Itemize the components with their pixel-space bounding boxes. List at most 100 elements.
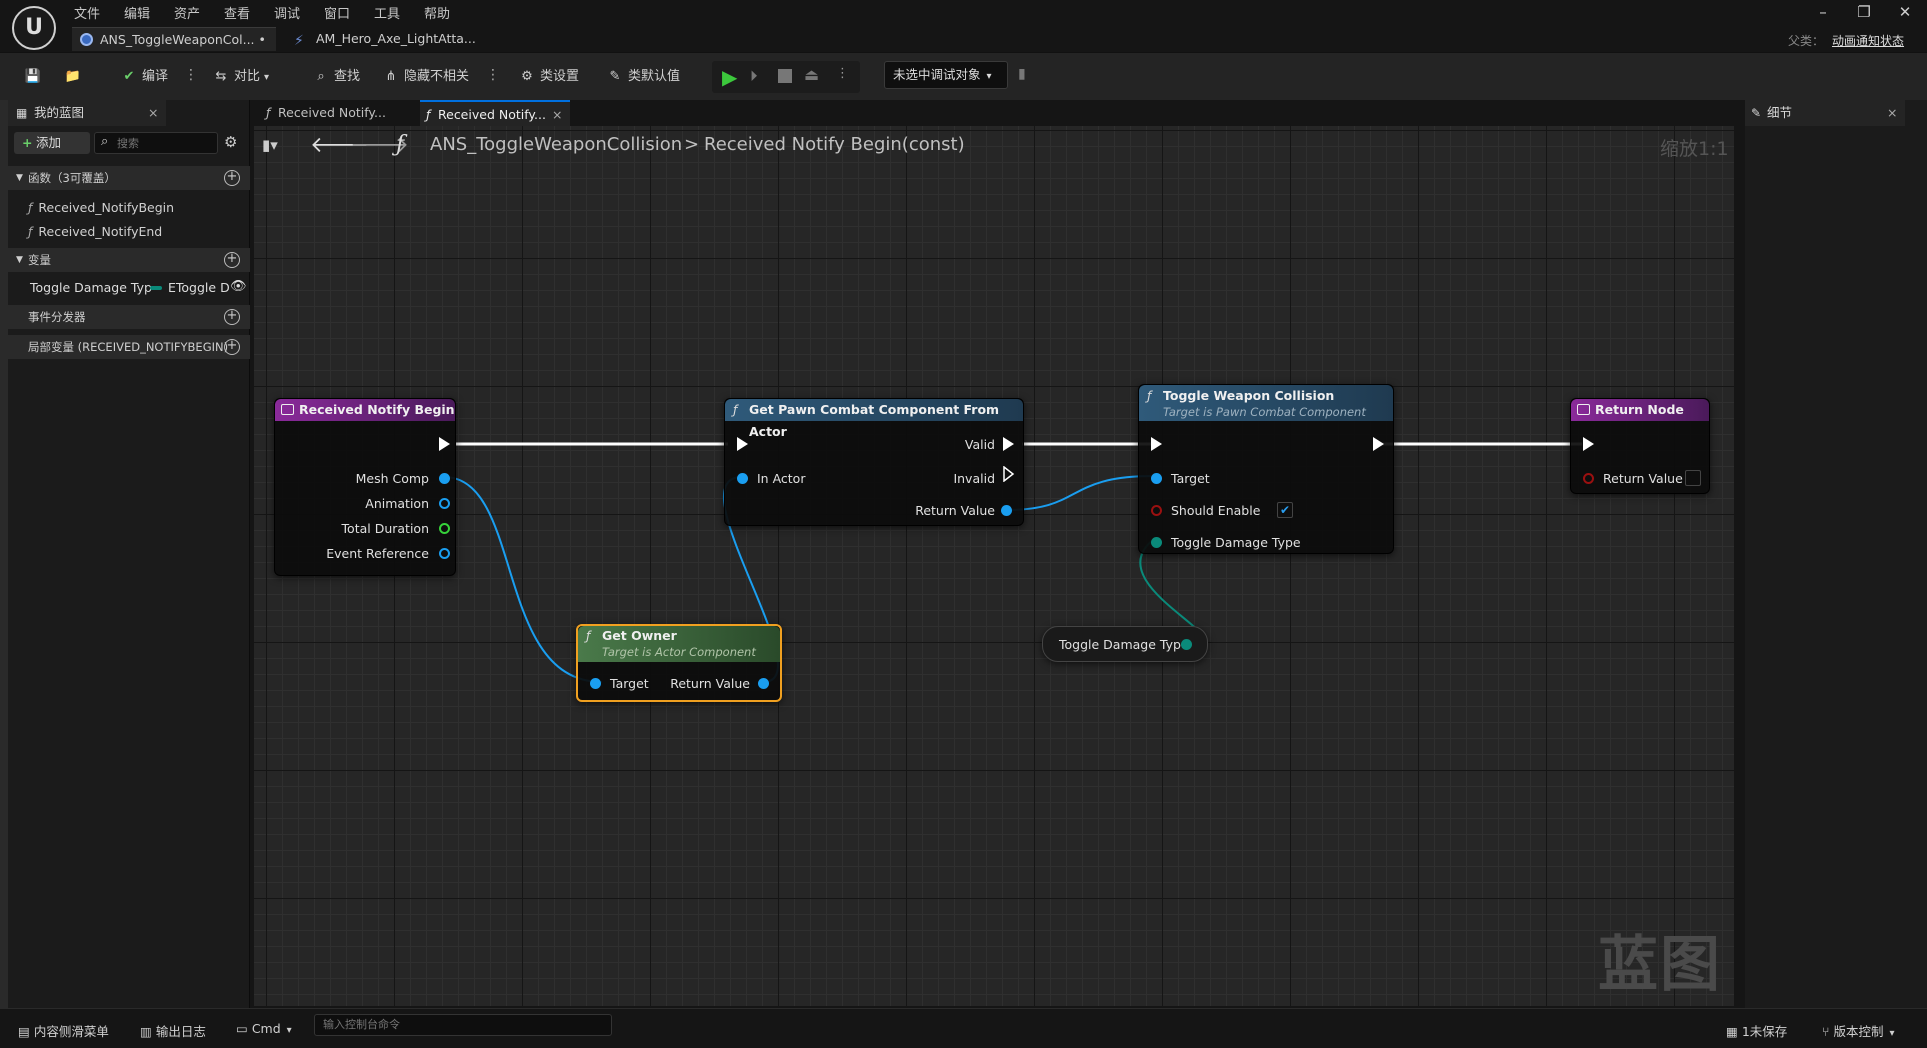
return-value-checkbox[interactable]: [1685, 470, 1701, 486]
add-button[interactable]: + 添加: [14, 132, 90, 154]
minimize-icon[interactable]: –: [1808, 2, 1838, 22]
unreal-logo-icon[interactable]: U: [12, 6, 56, 50]
compile-button[interactable]: ✔ 编译: [120, 67, 168, 87]
toggle-damage-type-getter[interactable]: Toggle Damage Type: [1042, 626, 1208, 662]
exec-valid-pin[interactable]: [1003, 437, 1014, 451]
doc-tab-anim-montage[interactable]: ⚡ AM_Hero_Axe_LightAtta...: [288, 27, 488, 51]
add-dispatcher-icon[interactable]: +: [224, 309, 240, 325]
object-pin[interactable]: [1001, 505, 1012, 516]
node-header[interactable]: Received Notify Begin: [275, 399, 455, 421]
object-pin[interactable]: [737, 473, 748, 484]
compile-options-icon[interactable]: ⋮: [184, 67, 198, 83]
float-pin[interactable]: [439, 523, 450, 534]
node-header[interactable]: ƒ Get Owner Target is Actor Component: [578, 626, 780, 662]
breadcrumb-root[interactable]: ANS_ToggleWeaponCollision: [430, 134, 682, 155]
object-pin[interactable]: [1151, 473, 1162, 484]
eject-icon[interactable]: ⏏: [804, 65, 819, 84]
exec-out-pin[interactable]: [1373, 437, 1384, 451]
dispatchers-section-header[interactable]: 事件分发器 +: [8, 305, 250, 329]
enum-pin[interactable]: [1151, 537, 1162, 548]
search-input[interactable]: [117, 135, 213, 151]
restore-icon[interactable]: ❐: [1849, 2, 1879, 22]
close-icon[interactable]: ×: [148, 100, 158, 126]
local-variables-section-header[interactable]: 局部变量 (RECEIVED_NOTIFYBEGIN) +: [8, 335, 250, 359]
object-pin[interactable]: [758, 678, 769, 689]
object-pin[interactable]: [439, 498, 450, 509]
variables-section-header[interactable]: ▼ 变量 +: [8, 248, 250, 272]
menu-help[interactable]: 帮助: [424, 3, 450, 22]
should-enable-checkbox[interactable]: ✔: [1277, 502, 1293, 518]
play-options-icon[interactable]: ⋮: [836, 66, 849, 81]
play-icon[interactable]: ▶: [722, 65, 737, 89]
debug-object-select[interactable]: 未选中调试对象 ▾: [884, 61, 1008, 89]
browse-icon[interactable]: 📁: [64, 67, 86, 87]
graph-tab-notify-end[interactable]: ƒ Received Notify...: [260, 100, 410, 126]
menu-asset[interactable]: 资产: [174, 3, 200, 22]
hide-unrelated-button[interactable]: ⋔ 隐藏不相关: [382, 67, 469, 87]
class-settings-button[interactable]: ⚙ 类设置: [518, 67, 579, 87]
menu-view[interactable]: 查看: [224, 3, 250, 22]
menu-tools[interactable]: 工具: [374, 3, 400, 22]
function-item[interactable]: ƒ Received_NotifyEnd: [28, 224, 162, 239]
node-header[interactable]: ƒ Get Pawn Combat Component From Actor: [725, 399, 1023, 439]
my-blueprint-tab[interactable]: ▦ 我的蓝图 ×: [8, 100, 166, 126]
exec-out-pin[interactable]: [439, 437, 450, 451]
exec-in-pin[interactable]: [1583, 437, 1594, 451]
save-icon[interactable]: 💾: [24, 67, 46, 87]
menu-window[interactable]: 窗口: [324, 3, 350, 22]
output-log-button[interactable]: ▥ 输出日志: [140, 1021, 206, 1040]
variable-row[interactable]: Toggle Damage Typ EToggle D 👁: [8, 276, 250, 300]
close-icon[interactable]: ×: [552, 102, 562, 128]
add-variable-icon[interactable]: +: [224, 252, 240, 268]
close-icon[interactable]: ×: [1887, 100, 1897, 126]
step-icon[interactable]: ⏵: [750, 67, 758, 85]
details-tab[interactable]: ✎ 细节 ×: [1745, 100, 1905, 126]
bookmark-icon[interactable]: ▮▾: [262, 136, 278, 154]
toggle-weapon-collision-node[interactable]: ƒ Toggle Weapon Collision Target is Pawn…: [1138, 384, 1394, 554]
get-pawn-combat-node[interactable]: ƒ Get Pawn Combat Component From Actor V…: [724, 398, 1024, 526]
blueprint-graph-canvas[interactable]: Received Notify Begin Mesh Comp Animatio…: [254, 126, 1734, 1006]
save-status-icon: ▦: [1726, 1024, 1738, 1039]
close-window-icon[interactable]: ✕: [1890, 2, 1920, 22]
exec-in-pin[interactable]: [1151, 437, 1162, 451]
object-pin[interactable]: [439, 473, 450, 484]
exec-in-pin[interactable]: [737, 437, 748, 451]
enum-pin[interactable]: [1181, 639, 1192, 650]
bool-pin[interactable]: [1583, 473, 1594, 484]
unsaved-button[interactable]: ▦ 1未保存: [1726, 1021, 1787, 1040]
menu-edit[interactable]: 编辑: [124, 3, 150, 22]
exec-invalid-pin[interactable]: [1003, 466, 1015, 482]
stop-icon[interactable]: [778, 69, 792, 83]
cmd-select[interactable]: ▭ Cmd ▾: [236, 1021, 292, 1036]
get-owner-node[interactable]: ƒ Get Owner Target is Actor Component Ta…: [576, 624, 782, 702]
eye-icon[interactable]: 👁: [230, 279, 247, 294]
content-drawer-button[interactable]: ▤ 内容侧滑菜单: [18, 1021, 109, 1040]
function-item[interactable]: ƒ Received_NotifyBegin: [28, 200, 174, 215]
node-header[interactable]: Return Node: [1571, 399, 1709, 421]
struct-pin[interactable]: [439, 548, 450, 559]
add-local-variable-icon[interactable]: +: [224, 339, 240, 355]
return-node[interactable]: Return Node Return Value: [1570, 398, 1710, 494]
add-function-icon[interactable]: +: [224, 170, 240, 186]
search-box[interactable]: ⌕: [94, 132, 218, 154]
menu-file[interactable]: 文件: [74, 3, 100, 22]
node-header[interactable]: ƒ Toggle Weapon Collision Target is Pawn…: [1139, 385, 1393, 421]
source-control-button[interactable]: ⑂ 版本控制 ▾: [1822, 1021, 1895, 1040]
parent-class-link[interactable]: 动画通知状态: [1832, 32, 1904, 49]
console-command-input[interactable]: [314, 1014, 612, 1036]
debug-filter-icon[interactable]: ▮: [1018, 66, 1026, 82]
notify-begin-node[interactable]: Received Notify Begin Mesh Comp Animatio…: [274, 398, 456, 576]
class-settings-label: 类设置: [540, 69, 580, 84]
graph-tab-notify-begin[interactable]: ƒ Received Notify... ×: [420, 100, 570, 126]
more-options-icon[interactable]: ⋮: [486, 67, 500, 83]
menu-debug[interactable]: 调试: [274, 3, 300, 22]
class-defaults-button[interactable]: ✎ 类默认值: [606, 67, 680, 87]
diff-button[interactable]: ⇆ 对比 ▾: [212, 67, 270, 87]
bool-pin[interactable]: [1151, 505, 1162, 516]
functions-section-header[interactable]: ▼ 函数（3可覆盖） +: [8, 166, 250, 190]
settings-gear-icon[interactable]: ⚙: [224, 133, 237, 151]
find-button[interactable]: ⌕ 查找: [312, 67, 360, 87]
doc-tab-anim-notify[interactable]: ANS_ToggleWeaponCol... • ×: [72, 27, 276, 71]
zoom-level: 缩放1:1: [1660, 138, 1729, 160]
object-pin[interactable]: [590, 678, 601, 689]
